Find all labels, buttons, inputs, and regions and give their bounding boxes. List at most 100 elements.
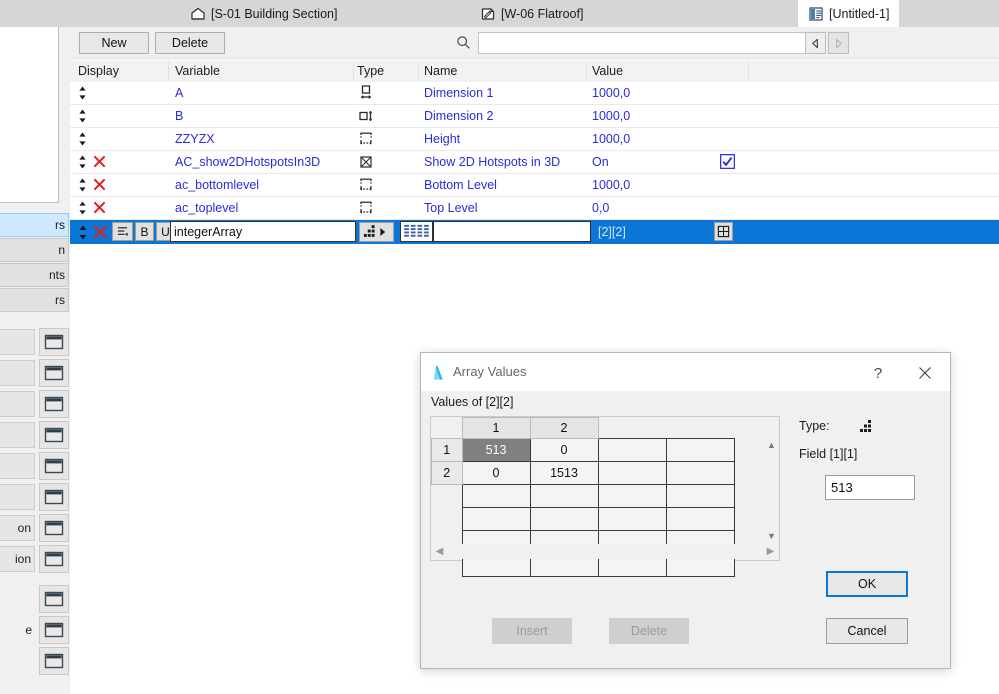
grid-cell-1-2[interactable]: 0 bbox=[529, 437, 599, 462]
grid-cell-4-2[interactable] bbox=[529, 506, 599, 531]
hide-parameter-x-icon[interactable] bbox=[92, 200, 107, 215]
cell-value[interactable]: 1000,0 bbox=[592, 174, 630, 196]
chevron-left-icon[interactable]: ◀ bbox=[432, 544, 447, 559]
grid-cell-2-4[interactable] bbox=[665, 460, 735, 485]
grid-cell-1-4[interactable] bbox=[665, 437, 735, 462]
left-panel-item-3[interactable]: rs bbox=[0, 288, 69, 312]
grid-cell-3-1[interactable] bbox=[461, 483, 531, 508]
table-row-selected[interactable]: B U integerArray [2][2] bbox=[70, 220, 999, 244]
sort-handle-icon[interactable] bbox=[78, 225, 88, 240]
window-icon[interactable] bbox=[39, 359, 69, 387]
delete-row-button[interactable]: Delete bbox=[609, 618, 689, 644]
grid-col-header-1[interactable]: 1 bbox=[461, 417, 531, 439]
chevron-up-icon[interactable]: ▲ bbox=[765, 438, 778, 451]
sort-handle-icon[interactable] bbox=[78, 201, 87, 215]
grid-cell-2-2[interactable]: 1513 bbox=[529, 460, 599, 485]
grid-cell-3-4[interactable] bbox=[665, 483, 735, 508]
tab-building-section[interactable]: [S-01 Building Section] bbox=[180, 0, 347, 27]
hide-parameter-x-icon[interactable] bbox=[92, 177, 107, 192]
insert-button[interactable]: Insert bbox=[492, 618, 572, 644]
cell-value[interactable]: 0,0 bbox=[592, 197, 609, 219]
grid-cell-1-1[interactable]: 513 bbox=[461, 437, 531, 462]
table-row[interactable]: B Dimension 2 1000,0 bbox=[70, 105, 999, 128]
hide-parameter-x-icon[interactable] bbox=[92, 223, 109, 241]
cell-value[interactable]: 1000,0 bbox=[592, 105, 630, 127]
value-checkbox[interactable] bbox=[720, 154, 735, 169]
sort-handle-icon[interactable] bbox=[78, 178, 87, 192]
column-divider[interactable] bbox=[586, 62, 587, 80]
open-array-values-button[interactable] bbox=[714, 222, 733, 241]
column-header-value[interactable]: Value bbox=[592, 60, 623, 82]
chevron-down-icon[interactable]: ▼ bbox=[765, 529, 778, 542]
delete-button[interactable]: Delete bbox=[155, 32, 225, 54]
cell-value[interactable]: On bbox=[592, 151, 609, 173]
cell-value[interactable]: 1000,0 bbox=[592, 82, 630, 104]
sort-handle-icon[interactable] bbox=[78, 86, 87, 100]
grid-row-header-2[interactable]: 2 bbox=[431, 460, 463, 485]
grid-cell-1-3[interactable] bbox=[597, 437, 667, 462]
window-icon[interactable] bbox=[39, 514, 69, 542]
grid-horizontal-scrollbar[interactable]: ◀ ▶ bbox=[432, 544, 778, 559]
column-divider[interactable] bbox=[418, 62, 419, 80]
grid-cell-3-2[interactable] bbox=[529, 483, 599, 508]
column-header-display[interactable]: Display bbox=[78, 60, 119, 82]
column-header-type[interactable]: Type bbox=[357, 60, 384, 82]
table-row[interactable]: ZZYZX Height 1000,0 bbox=[70, 128, 999, 151]
search-next-button[interactable] bbox=[828, 32, 849, 54]
left-panel-item-2[interactable]: nts bbox=[0, 263, 69, 287]
column-divider[interactable] bbox=[353, 62, 354, 80]
window-icon[interactable] bbox=[39, 545, 69, 573]
left-panel-item-1[interactable]: n bbox=[0, 238, 69, 262]
window-icon[interactable] bbox=[39, 483, 69, 511]
grid-cell-4-4[interactable] bbox=[665, 506, 735, 531]
column-divider[interactable] bbox=[168, 62, 169, 80]
left-panel-item-0[interactable]: rs bbox=[0, 213, 69, 237]
ok-button[interactable]: OK bbox=[826, 571, 908, 597]
help-button[interactable]: ? bbox=[865, 361, 891, 385]
grid-col-header-2[interactable]: 2 bbox=[529, 417, 599, 439]
window-icon[interactable] bbox=[39, 328, 69, 356]
table-row[interactable]: ac_bottomlevel Bottom Level 1000,0 bbox=[70, 174, 999, 197]
column-header-variable[interactable]: Variable bbox=[175, 60, 220, 82]
sort-handle-icon[interactable] bbox=[78, 132, 87, 146]
grid-cell-4-3[interactable] bbox=[597, 506, 667, 531]
sort-handle-icon[interactable] bbox=[78, 109, 87, 123]
grid-cell-4-1[interactable] bbox=[461, 506, 531, 531]
tab-flatroof[interactable]: [W-06 Flatroof] bbox=[470, 0, 593, 27]
grid-vertical-scrollbar[interactable]: ▲ ▼ bbox=[765, 438, 778, 542]
tab-untitled-1[interactable]: [Untitled-1] bbox=[798, 0, 900, 27]
column-header-name[interactable]: Name bbox=[424, 60, 457, 82]
grid-row-header-1[interactable]: 1 bbox=[431, 437, 463, 462]
value-input[interactable] bbox=[433, 221, 591, 242]
left-panel-item-label: n bbox=[58, 243, 65, 257]
grid-cell-2-3[interactable] bbox=[597, 460, 667, 485]
window-icon[interactable] bbox=[39, 585, 69, 613]
window-icon[interactable] bbox=[39, 390, 69, 418]
table-row[interactable]: ac_toplevel Top Level 0,0 bbox=[70, 197, 999, 220]
search-input[interactable] bbox=[478, 32, 806, 54]
field-value-input[interactable] bbox=[825, 475, 915, 500]
bold-button[interactable]: B bbox=[135, 222, 154, 241]
grid-cell-3-3[interactable] bbox=[597, 483, 667, 508]
dialog-titlebar[interactable]: Array Values ? bbox=[421, 353, 950, 391]
window-icon[interactable] bbox=[39, 647, 69, 675]
close-icon[interactable] bbox=[912, 361, 938, 385]
window-icon[interactable] bbox=[39, 421, 69, 449]
array-grid-button[interactable] bbox=[400, 221, 433, 242]
search-prev-button[interactable] bbox=[805, 32, 826, 54]
window-icon[interactable] bbox=[39, 616, 69, 644]
cancel-button[interactable]: Cancel bbox=[826, 618, 908, 644]
new-button[interactable]: New bbox=[79, 32, 149, 54]
column-divider[interactable] bbox=[748, 62, 749, 80]
chevron-right-icon[interactable]: ▶ bbox=[763, 544, 778, 559]
cell-value[interactable]: 1000,0 bbox=[592, 128, 630, 150]
hide-parameter-x-icon[interactable] bbox=[92, 154, 107, 169]
type-selector[interactable] bbox=[359, 222, 394, 242]
grid-cell-2-1[interactable]: 0 bbox=[461, 460, 531, 485]
variable-name-input[interactable]: integerArray bbox=[170, 221, 356, 242]
table-row[interactable]: A Dimension 1 1000,0 bbox=[70, 82, 999, 105]
sort-handle-icon[interactable] bbox=[78, 155, 87, 169]
table-row[interactable]: AC_show2DHotspotsIn3D Show 2D Hotspots i… bbox=[70, 151, 999, 174]
indent-icon[interactable] bbox=[112, 222, 133, 241]
window-icon[interactable] bbox=[39, 452, 69, 480]
